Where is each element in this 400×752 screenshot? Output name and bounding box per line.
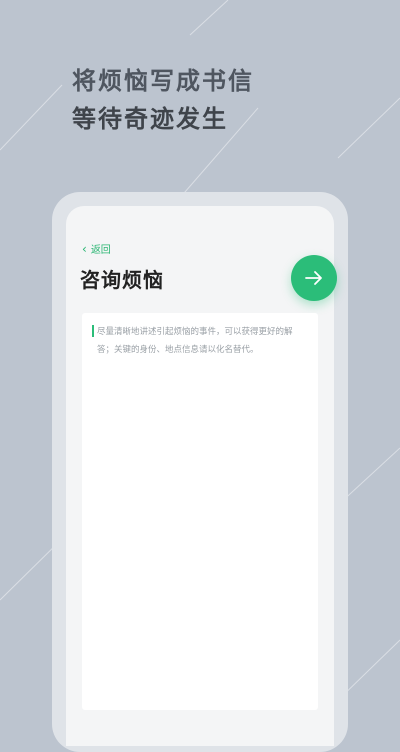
hero-headline: 将烦恼写成书信 等待奇迹发生 [72, 62, 254, 138]
chevron-left-icon: ‹ [82, 241, 87, 256]
consultation-text-input[interactable]: 尽量清晰地讲述引起烦恼的事件，可以获得更好的解答；关键的身份、地点信息请以化名替… [82, 313, 318, 710]
back-button[interactable]: ‹ 返回 [82, 241, 111, 257]
next-button[interactable] [291, 255, 337, 301]
arrow-right-icon [305, 271, 322, 285]
hero-line-2: 等待奇迹发生 [72, 105, 228, 133]
input-placeholder: 尽量清晰地讲述引起烦恼的事件，可以获得更好的解答；关键的身份、地点信息请以化名替… [97, 327, 293, 355]
back-label: 返回 [90, 245, 111, 256]
text-cursor [92, 325, 94, 337]
hero-line-1: 将烦恼写成书信 [72, 67, 254, 95]
page-title: 咨询烦恼 [80, 268, 164, 292]
